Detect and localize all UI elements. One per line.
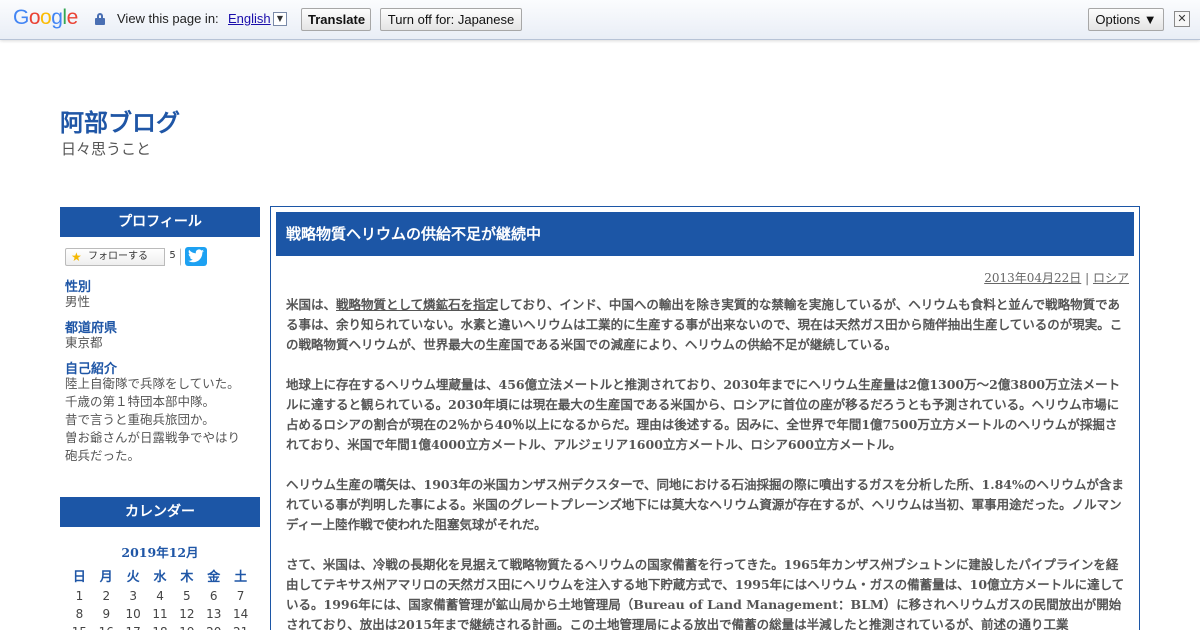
profile-gender-value: 男性 [65,294,91,309]
meta-separator: | [1085,271,1090,285]
post-category-link[interactable]: ロシア [1093,271,1129,285]
calendar-day[interactable]: 20 [200,625,227,630]
weekday: 月 [99,570,113,585]
post-body: 米国は、戦略物質として燐鉱石を指定しており、インド、中国への輸出を除き実質的な禁… [286,295,1126,630]
calendar-day[interactable]: 18 [147,625,174,630]
post-paragraph: ヘリウム生産の嚆矢は、1903年の米国カンザス州デクスターで、同地における石油採… [286,477,1124,532]
blog-title[interactable]: 阿部ブログ [60,103,180,138]
calendar-week: 1 2 3 4 5 6 7 [66,589,254,603]
paragraph-text: 米国は、 [286,297,337,312]
calendar-month: 2019年12月 [121,545,199,560]
profile-intro-line: 曽お爺さんが日露戦争でやはり [65,430,241,445]
post-paragraph: 米国は、戦略物質として燐鉱石を指定しており、インド、中国への輸出を除き実質的な禁… [286,295,1126,355]
follow-count: 5 [164,248,180,266]
blog-subtitle: 日々思うこと [61,140,152,158]
calendar-day[interactable]: 2 [93,589,120,603]
translate-button[interactable]: Translate [301,8,371,31]
calendar-day[interactable]: 16 [93,625,120,630]
post-paragraph: さて、米国は、冷戦の長期化を見据えて戦略物質たるヘリウムの国家備蓄を行ってきた。… [286,557,1125,630]
calendar-day[interactable]: 19 [173,625,200,630]
follow-label: フォローする [88,251,148,262]
calendar-day[interactable]: 8 [66,607,93,621]
post-paragraph: 地球上に存在するヘリウム埋蔵量は、456億立法メートルと推測されており、2030… [286,377,1121,452]
post-date-link[interactable]: 2013年04月22日 [984,271,1081,285]
profile-prefecture-value: 東京都 [65,335,103,350]
calendar-day[interactable]: 3 [120,589,147,603]
calendar-day[interactable]: 11 [147,607,174,621]
calendar-day[interactable]: 14 [227,607,254,621]
profile-intro-line: 昔で言うと重砲兵旅団か。 [65,412,215,427]
calendar-day[interactable]: 17 [120,625,147,630]
chevron-down-icon[interactable]: ▼ [273,12,287,26]
profile-heading: プロフィール [60,207,260,237]
weekday: 日 [72,570,86,585]
calendar-day[interactable]: 12 [173,607,200,621]
profile-intro-line: 砲兵だった。 [65,448,141,463]
calendar-week: 15 16 17 18 19 20 21 [66,625,254,630]
language-select[interactable]: English [228,11,271,26]
calendar-heading: カレンダー [60,497,260,527]
calendar-day[interactable]: 15 [66,625,93,630]
post-title[interactable]: 戦略物質ヘリウムの供給不足が継続中 [276,212,1134,256]
view-page-label: View this page in: [117,11,219,26]
translate-bar: Google View this page in: English ▼ Tran… [0,0,1200,40]
calendar-day[interactable]: 5 [173,589,200,603]
calendar-day[interactable]: 13 [200,607,227,621]
weekday: 火 [126,570,140,585]
profile-intro-line: 陸上自衛隊で兵隊をしていた。 [65,376,240,391]
close-icon[interactable]: ✕ [1174,11,1190,27]
calendar-weekdays: 日 月 火 水 木 金 土 [66,566,254,585]
turn-off-button[interactable]: Turn off for: Japanese [380,8,522,31]
calendar-day[interactable]: 10 [120,607,147,621]
options-button[interactable]: Options ▼ [1088,8,1164,31]
calendar-day[interactable]: 1 [66,589,93,603]
calendar-day[interactable]: 21 [227,625,254,630]
calendar-day[interactable]: 6 [200,589,227,603]
lock-icon [95,13,105,25]
star-icon: ★ [71,250,82,264]
weekday: 木 [180,570,194,585]
weekday: 土 [234,570,248,585]
follow-button[interactable]: ★ フォローする 5 [65,248,181,266]
weekday: 水 [153,570,167,585]
calendar-day[interactable]: 7 [227,589,254,603]
post-meta: 2013年04月22日 | ロシア [984,269,1129,286]
calendar-day[interactable]: 4 [147,589,174,603]
google-logo: Google [13,6,78,29]
twitter-icon[interactable] [185,247,207,266]
inline-link[interactable]: 戦略物質として燐鉱石を指定 [336,297,498,312]
calendar-week: 8 9 10 11 12 13 14 [66,607,254,621]
weekday: 金 [207,570,221,585]
profile-intro-line: 千歳の第１特団本部中隊。 [65,394,216,409]
calendar-day[interactable]: 9 [93,607,120,621]
